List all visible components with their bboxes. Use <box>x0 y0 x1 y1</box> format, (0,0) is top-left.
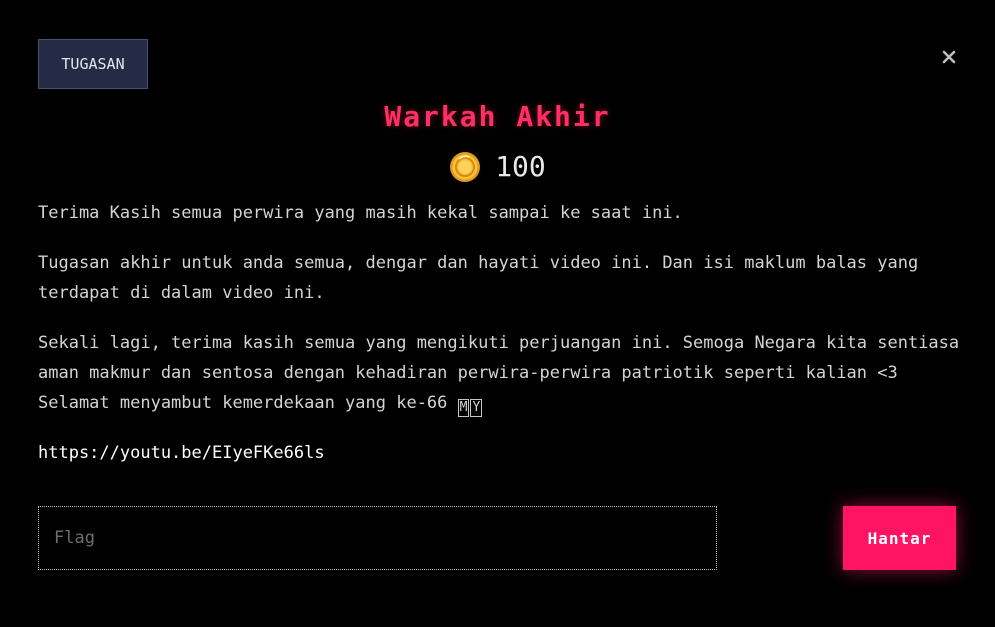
description-line: terdapat di dalam video ini. <box>38 283 325 303</box>
description-line: Sekali lagi, terima kasih semua yang men… <box>38 333 960 353</box>
flag-input[interactable] <box>38 506 717 570</box>
description-line: aman makmur dan sentosa dengan kehadiran… <box>38 363 898 383</box>
flag-letter: M <box>457 399 470 417</box>
description-text: Selamat menyambut kemerdekaan yang ke-66 <box>38 393 448 413</box>
description-line: Terima Kasih semua perwira yang masih ke… <box>38 203 683 223</box>
description-paragraph: https://youtu.be/EIyeFKe66ls <box>38 438 958 468</box>
challenge-title: Warkah Akhir <box>384 100 611 133</box>
description-line: Tugasan akhir untuk anda semua, dengar d… <box>38 253 919 273</box>
coin-icon <box>450 151 481 182</box>
submit-button[interactable]: Hantar <box>843 506 956 570</box>
points-value: 100 <box>495 150 546 183</box>
malaysia-flag-emoji: M Y <box>457 399 483 417</box>
video-link[interactable]: https://youtu.be/EIyeFKe66ls <box>38 438 958 468</box>
close-icon <box>942 50 956 64</box>
challenge-points: 100 <box>0 150 995 183</box>
description-paragraph: Sekali lagi, terima kasih semua yang men… <box>38 328 960 418</box>
description-paragraph: Terima Kasih semua perwira yang masih ke… <box>38 198 958 228</box>
close-button[interactable] <box>938 46 960 68</box>
description-paragraph: Tugasan akhir untuk anda semua, dengar d… <box>38 248 958 308</box>
description-line: Selamat menyambut kemerdekaan yang ke-66… <box>38 388 958 418</box>
challenge-description: Terima Kasih semua perwira yang masih ke… <box>38 198 960 488</box>
tugasan-tab-button[interactable]: TUGASAN <box>38 39 148 89</box>
flag-letter: Y <box>470 399 483 417</box>
